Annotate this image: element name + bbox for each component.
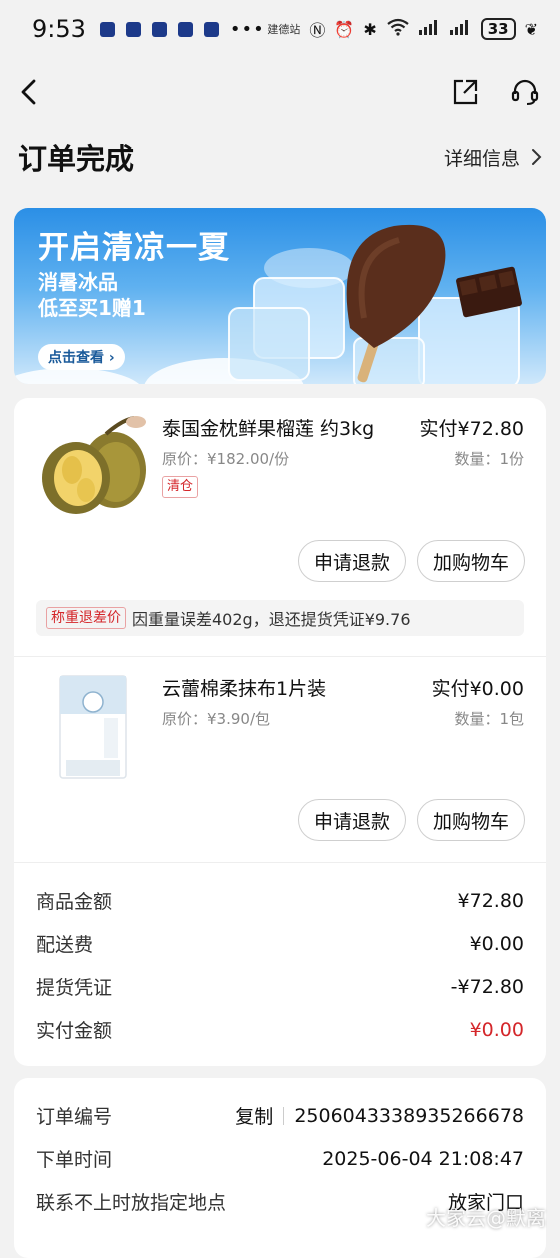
page-title: 订单完成 xyxy=(18,142,135,176)
add-to-cart-button[interactable]: 加购物车 xyxy=(417,799,525,841)
share-icon xyxy=(453,79,478,105)
divider xyxy=(14,862,546,863)
product-quantity: 数量：1份 xyxy=(454,450,524,468)
refund-button[interactable]: 申请退款 xyxy=(298,540,406,582)
wifi-icon xyxy=(386,18,410,40)
banner-cta-label: 点击查看 xyxy=(48,350,104,366)
battery-icon: 33 xyxy=(480,18,516,40)
banner-subtitle: 低至买1赠1 xyxy=(38,296,146,320)
refund-button[interactable]: 申请退款 xyxy=(298,799,406,841)
order-number-row: 订单编号 复制 2506043338935266678 xyxy=(14,1094,546,1137)
product-image-cloth[interactable] xyxy=(52,672,134,782)
watermark: 大家云@默离 xyxy=(426,1206,546,1230)
promo-banner[interactable]: 开启清凉一夏 消暑冰品 低至买1赠1 点击查看 › xyxy=(14,208,546,384)
product-original-price: 原价：¥182.00/份 xyxy=(162,450,290,468)
clearance-tag: 清仓 xyxy=(162,476,199,498)
summary-label: 提货凭证 xyxy=(36,977,113,999)
product-quantity: 数量：1包 xyxy=(454,710,524,728)
nav-bar xyxy=(0,58,560,126)
product-image-durian[interactable] xyxy=(36,412,148,522)
order-time-label: 下单时间 xyxy=(36,1149,113,1171)
order-time-row: 下单时间 2025-06-04 21:08:47 xyxy=(14,1137,546,1180)
weight-refund-notice: 称重退差价 因重量误差402g，退还提货凭证¥9.76 xyxy=(36,600,524,636)
weight-refund-text: 因重量误差402g，退还提货凭证¥9.76 xyxy=(132,610,411,629)
copy-order-number-button[interactable]: 复制 xyxy=(235,1102,273,1129)
detail-info-label: 详细信息 xyxy=(443,147,520,170)
customer-service-button[interactable] xyxy=(508,75,542,109)
cloth-pack-image xyxy=(59,675,127,779)
signal-icon xyxy=(418,19,441,39)
bluetooth-icon: ✱ xyxy=(363,19,377,39)
add-to-cart-button[interactable]: 加购物车 xyxy=(417,540,525,582)
summary-total-value: ¥0.00 xyxy=(469,1018,524,1041)
summary-label: 实付金额 xyxy=(36,1020,113,1042)
separator xyxy=(283,1106,285,1125)
order-number-label: 订单编号 xyxy=(36,1106,113,1128)
status-bar: 9:53 ••• 建德站 Ⓝ ⏰ ✱ 33 ❦ xyxy=(0,0,560,58)
product-paid-price: 实付¥0.00 xyxy=(431,678,524,700)
product-name: 泰国金枕鲜果榴莲 约3kg xyxy=(162,418,375,440)
summary-value: ¥72.80 xyxy=(457,889,524,912)
signal-icon xyxy=(449,19,472,39)
order-number: 2506043338935266678 xyxy=(294,1104,524,1127)
summary-row-total: 实付金额 ¥0.00 xyxy=(14,1008,546,1051)
summary-row-voucher: 提货凭证 -¥72.80 xyxy=(14,965,546,1008)
alarm-icon: ⏰ xyxy=(334,19,355,39)
back-button[interactable] xyxy=(18,79,44,105)
notification-app-icon xyxy=(151,21,167,37)
summary-label: 商品金额 xyxy=(36,891,113,913)
banner-headline: 开启清凉一夏 xyxy=(38,230,230,266)
banner-subtitle: 消暑冰品 xyxy=(38,270,118,294)
summary-row-goods: 商品金额 ¥72.80 xyxy=(14,879,546,922)
product-paid-price: 实付¥72.80 xyxy=(419,418,524,440)
chevron-right-icon xyxy=(532,149,542,165)
notification-app-icon xyxy=(177,21,193,37)
notification-app-icon xyxy=(203,21,219,37)
product-original-price: 原价：¥3.90/包 xyxy=(162,710,270,728)
station-label: 建德站 xyxy=(267,23,301,36)
summary-value: ¥0.00 xyxy=(469,932,524,955)
order-items-card: 泰国金枕鲜果榴莲 约3kg 实付¥72.80 原价：¥182.00/份 数量：1… xyxy=(14,398,546,1066)
order-info-card: 订单编号 复制 2506043338935266678 下单时间 2025-06… xyxy=(14,1078,546,1258)
contact-fallback-label: 联系不上时放指定地点 xyxy=(36,1192,227,1214)
product-name: 云蕾棉柔抹布1片装 xyxy=(162,678,327,700)
notification-app-icon xyxy=(125,21,141,37)
banner-cta-button[interactable]: 点击查看 › xyxy=(38,344,125,370)
summary-value: -¥72.80 xyxy=(450,975,524,998)
leaf-icon: ❦ xyxy=(524,19,538,39)
summary-label: 配送费 xyxy=(36,934,94,956)
product-item: 云蕾棉柔抹布1片装 实付¥0.00 原价：¥3.90/包 数量：1包 申请退款 … xyxy=(14,656,546,862)
more-notifications-icon: ••• xyxy=(229,18,265,40)
weight-refund-tag: 称重退差价 xyxy=(46,607,126,629)
status-time: 9:53 xyxy=(32,15,86,43)
order-number-group: 复制 2506043338935266678 xyxy=(235,1102,524,1129)
price-summary: 商品金额 ¥72.80 配送费 ¥0.00 提货凭证 -¥72.80 实付金额 … xyxy=(14,879,546,1051)
chevron-left-icon xyxy=(21,79,36,105)
summary-row-delivery: 配送费 ¥0.00 xyxy=(14,922,546,965)
durian-image xyxy=(42,416,146,514)
detail-info-link[interactable]: 详细信息 xyxy=(444,144,542,171)
nfc-icon: Ⓝ xyxy=(309,21,326,40)
headset-icon xyxy=(511,79,539,105)
product-item: 泰国金枕鲜果榴莲 约3kg 实付¥72.80 原价：¥182.00/份 数量：1… xyxy=(14,398,546,656)
title-row: 订单完成 详细信息 xyxy=(0,126,560,188)
notification-app-icon xyxy=(99,21,115,37)
share-button[interactable] xyxy=(448,75,482,109)
order-time: 2025-06-04 21:08:47 xyxy=(322,1147,524,1170)
